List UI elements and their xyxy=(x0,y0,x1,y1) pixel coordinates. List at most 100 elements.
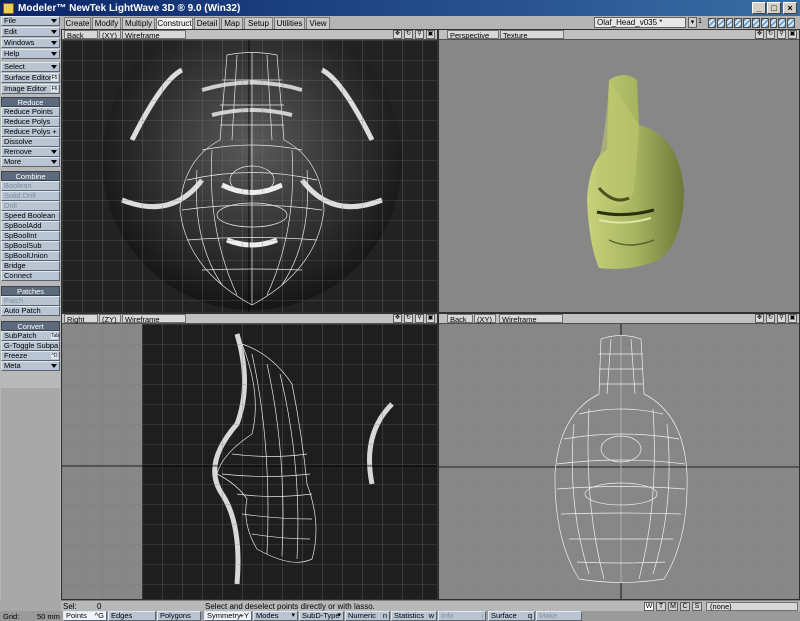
patch-button[interactable]: Patch xyxy=(1,296,60,306)
tab-view[interactable]: View xyxy=(306,17,330,29)
layer-button[interactable] xyxy=(778,18,787,28)
rotate-icon[interactable]: ↻ xyxy=(404,30,413,39)
freeze-button[interactable]: Freeze ^D xyxy=(1,351,60,361)
surface-editor-button[interactable]: Surface Editor F5 xyxy=(1,73,60,83)
reduce-points-button[interactable]: Reduce Points xyxy=(1,107,60,117)
viewport-back-top-left[interactable]: Back (XY) Wireframe ✥ ↻ ⚲ ▣ xyxy=(61,29,438,313)
axis-dropdown[interactable]: (XY) xyxy=(474,314,496,324)
image-editor-button[interactable]: Image Editor F6 xyxy=(1,84,60,94)
maximize-viewport-icon[interactable]: ▣ xyxy=(426,314,435,323)
spboolunion-button[interactable]: SpBoolUnion xyxy=(1,251,60,261)
layer-button[interactable] xyxy=(725,18,734,28)
viewport-right-bottom-left[interactable]: Right (ZY) Wireframe ✥ ↻ ⚲ ▣ xyxy=(61,313,438,600)
surface-button[interactable]: Surface q xyxy=(488,611,535,621)
render-mode-dropdown[interactable]: Texture xyxy=(500,30,564,40)
points-mode-button[interactable]: Points ^G xyxy=(63,611,107,621)
drill-button[interactable]: Drill xyxy=(1,201,60,211)
zoom-icon[interactable]: ⚲ xyxy=(415,314,424,323)
make-button[interactable]: Make xyxy=(536,611,582,621)
close-button[interactable]: × xyxy=(783,2,797,14)
maximize-viewport-icon[interactable]: ▣ xyxy=(788,30,797,39)
minimize-button[interactable]: _ xyxy=(752,2,766,14)
layer-button[interactable] xyxy=(743,18,751,28)
view-mode-s[interactable]: S xyxy=(692,602,702,611)
windows-menu[interactable]: Windows xyxy=(1,38,60,48)
view-mode-c[interactable]: C xyxy=(680,602,690,611)
more-menu[interactable]: More xyxy=(1,157,60,167)
subd-type-menu[interactable]: SubD-Type xyxy=(299,611,344,621)
layer-button[interactable] xyxy=(751,18,760,28)
spboolsub-button[interactable]: SpBoolSub xyxy=(1,241,60,251)
axis-dropdown[interactable]: (XY) xyxy=(99,30,121,40)
edit-menu[interactable]: Edit xyxy=(1,27,60,37)
dissolve-button[interactable]: Dissolve xyxy=(1,137,60,147)
viewport-perspective-top-right[interactable]: Perspective Texture ✥ ↻ ⚲ ▣ xyxy=(438,29,800,313)
select-menu[interactable]: Select xyxy=(1,62,60,72)
tab-detail[interactable]: Detail xyxy=(194,17,220,29)
help-menu[interactable]: Help xyxy=(1,49,60,59)
zoom-icon[interactable]: ⚲ xyxy=(777,30,786,39)
statistics-button[interactable]: Statistics w xyxy=(391,611,437,621)
pan-icon[interactable]: ✥ xyxy=(393,314,402,323)
g-toggle-subpatch-button[interactable]: G-Toggle Subpa... xyxy=(1,341,60,351)
tab-modify[interactable]: Modify xyxy=(92,17,121,29)
render-mode-dropdown[interactable]: Wireframe xyxy=(122,314,186,324)
meta-menu[interactable]: Meta xyxy=(1,361,60,371)
rotate-icon[interactable]: ↻ xyxy=(404,314,413,323)
numeric-button[interactable]: Numeric n xyxy=(345,611,390,621)
object-selector[interactable]: Olaf_Head_v035 * xyxy=(594,17,686,28)
tab-map[interactable]: Map xyxy=(221,17,243,29)
info-button[interactable]: Info i xyxy=(438,611,486,621)
viewport-canvas[interactable] xyxy=(439,40,799,312)
axis-dropdown[interactable]: (ZY) xyxy=(99,314,121,324)
view-mode-m[interactable]: M xyxy=(668,602,678,611)
view-mode-w[interactable]: W xyxy=(644,602,654,611)
layer-button[interactable] xyxy=(716,18,725,28)
tab-setup[interactable]: Setup xyxy=(244,17,273,29)
symmetry-toggle[interactable]: Symmetry +Y xyxy=(204,611,252,621)
edges-mode-button[interactable]: Edges xyxy=(108,611,156,621)
rotate-icon[interactable]: ↻ xyxy=(766,30,775,39)
maximize-viewport-icon[interactable]: ▣ xyxy=(788,314,797,323)
maximize-button[interactable]: □ xyxy=(767,2,781,14)
polygons-mode-button[interactable]: Polygons xyxy=(157,611,201,621)
pan-icon[interactable]: ✥ xyxy=(393,30,402,39)
spbooladd-button[interactable]: SpBoolAdd xyxy=(1,221,60,231)
tab-multiply[interactable]: Multiply xyxy=(122,17,155,29)
render-mode-dropdown[interactable]: Wireframe xyxy=(122,30,186,40)
connect-button[interactable]: Connect xyxy=(1,271,60,281)
modes-menu[interactable]: Modes xyxy=(253,611,298,621)
viewport-back-bottom-right[interactable]: Back (XY) Wireframe ✥ ↻ ⚲ ▣ xyxy=(438,313,800,600)
layer-button[interactable] xyxy=(787,18,795,28)
reduce-polys-button[interactable]: Reduce Polys xyxy=(1,117,60,127)
layer-button[interactable] xyxy=(708,18,716,28)
viewport-canvas[interactable] xyxy=(439,324,799,599)
view-type-dropdown[interactable]: Back xyxy=(447,314,473,324)
bridge-button[interactable]: Bridge xyxy=(1,261,60,271)
view-type-dropdown[interactable]: Back xyxy=(64,30,98,40)
rotate-icon[interactable]: ↻ xyxy=(766,314,775,323)
pan-icon[interactable]: ✥ xyxy=(755,30,764,39)
file-menu[interactable]: File xyxy=(1,16,60,26)
auto-patch-button[interactable]: Auto Patch xyxy=(1,306,60,316)
speed-boolean-button[interactable]: Speed Boolean xyxy=(1,211,60,221)
view-mode-t[interactable]: T xyxy=(656,602,666,611)
layer-button[interactable] xyxy=(760,18,769,28)
subpatch-button[interactable]: SubPatch Tab xyxy=(1,331,60,341)
maximize-viewport-icon[interactable]: ▣ xyxy=(426,30,435,39)
reduce-polys-plus-button[interactable]: Reduce Polys + xyxy=(1,127,60,137)
zoom-icon[interactable]: ⚲ xyxy=(777,314,786,323)
zoom-icon[interactable]: ⚲ xyxy=(415,30,424,39)
layer-button[interactable] xyxy=(734,18,743,28)
viewport-canvas[interactable] xyxy=(62,30,437,312)
render-mode-dropdown[interactable]: Wireframe xyxy=(499,314,563,324)
view-type-dropdown[interactable]: Right xyxy=(64,314,98,324)
view-type-dropdown[interactable]: Perspective xyxy=(447,30,499,40)
pan-icon[interactable]: ✥ xyxy=(755,314,764,323)
viewport-canvas[interactable] xyxy=(62,324,437,599)
surface-dropdown[interactable]: (none) xyxy=(706,602,798,611)
layer-button[interactable] xyxy=(769,18,778,28)
tab-create[interactable]: Create xyxy=(64,17,91,29)
remove-menu[interactable]: Remove xyxy=(1,147,60,157)
solid-drill-button[interactable]: Solid Drill xyxy=(1,191,60,201)
